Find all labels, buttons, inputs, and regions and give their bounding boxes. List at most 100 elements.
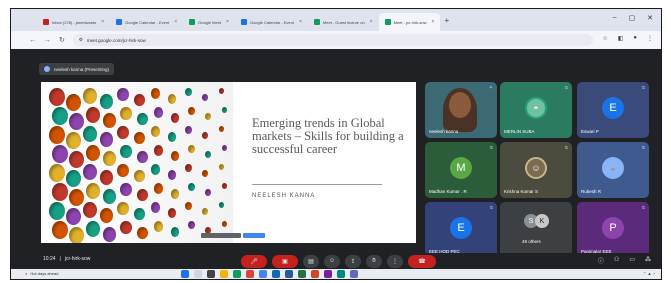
browser-tab[interactable]: Inbox (278) - janedwards × <box>37 13 110 31</box>
decorative-dot <box>49 88 65 107</box>
others-tile[interactable]: S K 48 others <box>500 202 572 258</box>
activities-icon[interactable]: ⁂ <box>645 256 651 265</box>
close-icon[interactable]: × <box>299 19 302 25</box>
avatar: E <box>450 216 472 239</box>
chrome-icon[interactable] <box>246 270 254 278</box>
decorative-dot <box>120 221 132 235</box>
camera-toggle-button[interactable]: ▣ <box>272 254 298 268</box>
decorative-dot <box>100 208 113 223</box>
extensions-icon[interactable]: ◧ <box>618 35 624 42</box>
profile-icon[interactable]: ● <box>633 35 637 42</box>
pin-icon[interactable]: ✦ <box>489 85 493 91</box>
tab-label: Inbox (278) - janedwards <box>52 19 97 25</box>
participant-tile[interactable]: E ⦸ Eswari P <box>577 82 649 138</box>
star-icon[interactable]: ☆ <box>602 35 607 42</box>
store-icon[interactable] <box>259 270 267 278</box>
slide-title: Emerging trends in Global markets – Skil… <box>252 116 404 156</box>
mail-icon[interactable] <box>272 270 280 278</box>
participant-name: Rubesh R <box>581 189 602 194</box>
decorative-dot <box>188 107 196 116</box>
browser-tab[interactable]: Google Calendar - Event × <box>110 13 183 31</box>
weather-widget[interactable]: ● Hot days ahead <box>25 271 58 276</box>
app-icon[interactable] <box>324 270 332 278</box>
avatar: ☺ <box>525 156 547 179</box>
minimize-icon[interactable]: – <box>613 14 617 22</box>
decorative-dot <box>219 164 224 170</box>
app-icon[interactable] <box>350 270 358 278</box>
participant-name: MERLIN SUBA <box>504 129 535 134</box>
decorative-dot <box>202 132 209 139</box>
decorative-dot <box>120 183 132 197</box>
raise-hand-button[interactable]: ✋︎ <box>366 254 382 268</box>
browser-tab[interactable]: Meet - Guest lecture on × <box>308 13 379 31</box>
address-bar[interactable]: ⚙ meet.google.com/jcr-hirk-sow <box>72 34 593 46</box>
reload-icon[interactable]: ↻ <box>59 36 65 44</box>
leave-call-button[interactable]: ☎ <box>408 254 436 268</box>
close-icon[interactable]: × <box>226 19 229 25</box>
participant-tile[interactable]: M ⦸ Madhan Kumar . R <box>425 142 497 198</box>
file-explorer-icon[interactable] <box>220 270 228 278</box>
close-icon[interactable]: × <box>370 19 373 25</box>
word-icon[interactable] <box>285 270 293 278</box>
excel-icon[interactable] <box>298 270 306 278</box>
avatar: K <box>535 214 549 228</box>
decorative-dot <box>86 221 100 237</box>
browser-tab[interactable]: Google Calendar - Event × <box>235 13 308 31</box>
decorative-dot <box>52 145 68 164</box>
tab-label: Google Calendar - Event <box>125 19 170 25</box>
chat-icon[interactable]: ▭ <box>629 256 635 265</box>
present-button[interactable]: ⇪ <box>345 254 361 268</box>
forward-icon[interactable]: → <box>44 37 51 44</box>
windows-start-icon[interactable] <box>181 270 189 278</box>
participant-tile[interactable]: ◓ ⦸ MERLIN SUBA <box>500 82 572 138</box>
close-window-icon[interactable]: ✕ <box>647 14 653 22</box>
mic-off-icon: ⦸ <box>641 145 645 151</box>
browser-tab-strip: Inbox (278) - janedwards × Google Calend… <box>11 9 661 31</box>
decorative-dot <box>52 183 68 202</box>
decorative-dot <box>154 221 164 232</box>
people-icon[interactable]: ⚇ <box>614 256 619 265</box>
participant-tile[interactable]: E ⦸ EEE HOD PEC <box>425 202 497 258</box>
reactions-button[interactable]: ☺ <box>324 254 340 268</box>
browser-tab[interactable]: Google Meet × <box>183 13 235 31</box>
task-view-icon[interactable] <box>207 270 215 278</box>
decorative-dot <box>134 94 145 107</box>
slide-toolbar-button[interactable] <box>243 232 265 238</box>
slide-author: NEELESH KANNA <box>252 193 316 199</box>
system-tray[interactable]: ⌃ ▲ ◔ <box>643 271 655 276</box>
decorative-dot <box>134 208 145 221</box>
menu-icon[interactable]: ⋮ <box>647 35 653 42</box>
close-icon[interactable]: × <box>101 19 104 25</box>
maximize-icon[interactable]: ▢ <box>629 14 636 22</box>
back-icon[interactable]: ← <box>29 37 36 44</box>
participant-tile[interactable]: ☺ ⦸ Krishna Kumar S <box>500 142 572 198</box>
decorative-dot <box>66 170 81 188</box>
decorative-dot <box>188 145 196 154</box>
powerpoint-icon[interactable] <box>311 270 319 278</box>
decorative-dot <box>66 208 81 226</box>
url-text: meet.google.com/jcr-hirk-sow <box>86 37 146 43</box>
participant-tile[interactable]: P ⦸ Panimalar EEE <box>577 202 649 258</box>
more-options-button[interactable]: ⋮ <box>387 254 403 268</box>
presenter-label: neelesh kanna (Presenting) <box>54 66 110 72</box>
search-icon[interactable] <box>194 270 202 278</box>
new-tab-icon[interactable]: + <box>444 16 449 25</box>
decorative-dot <box>202 170 209 177</box>
close-icon[interactable]: × <box>432 19 435 25</box>
decorative-dot <box>103 151 116 166</box>
browser-tab-active[interactable]: Meet - jcr-hirk-sow × <box>378 13 441 31</box>
decorative-dot <box>185 126 193 135</box>
edge-icon[interactable] <box>233 270 241 278</box>
info-icon[interactable]: ⓘ <box>598 256 604 265</box>
participant-tile[interactable]: ✦ neelesh kanna <box>425 82 497 138</box>
app-icon[interactable] <box>337 270 345 278</box>
close-icon[interactable]: × <box>174 19 177 25</box>
decorative-dot <box>120 145 132 159</box>
screenshot-frame: Inbox (278) - janedwards × Google Calend… <box>10 8 662 280</box>
participant-tile[interactable]: ◒ ⦸ Rubesh R <box>577 142 649 198</box>
decorative-dot <box>120 107 132 121</box>
mic-off-icon: ⦸ <box>641 205 645 211</box>
site-info-icon[interactable]: ⚙ <box>79 37 83 43</box>
mic-toggle-button[interactable]: 🎤︎ <box>241 254 267 268</box>
captions-button[interactable]: ▤ <box>303 254 319 268</box>
